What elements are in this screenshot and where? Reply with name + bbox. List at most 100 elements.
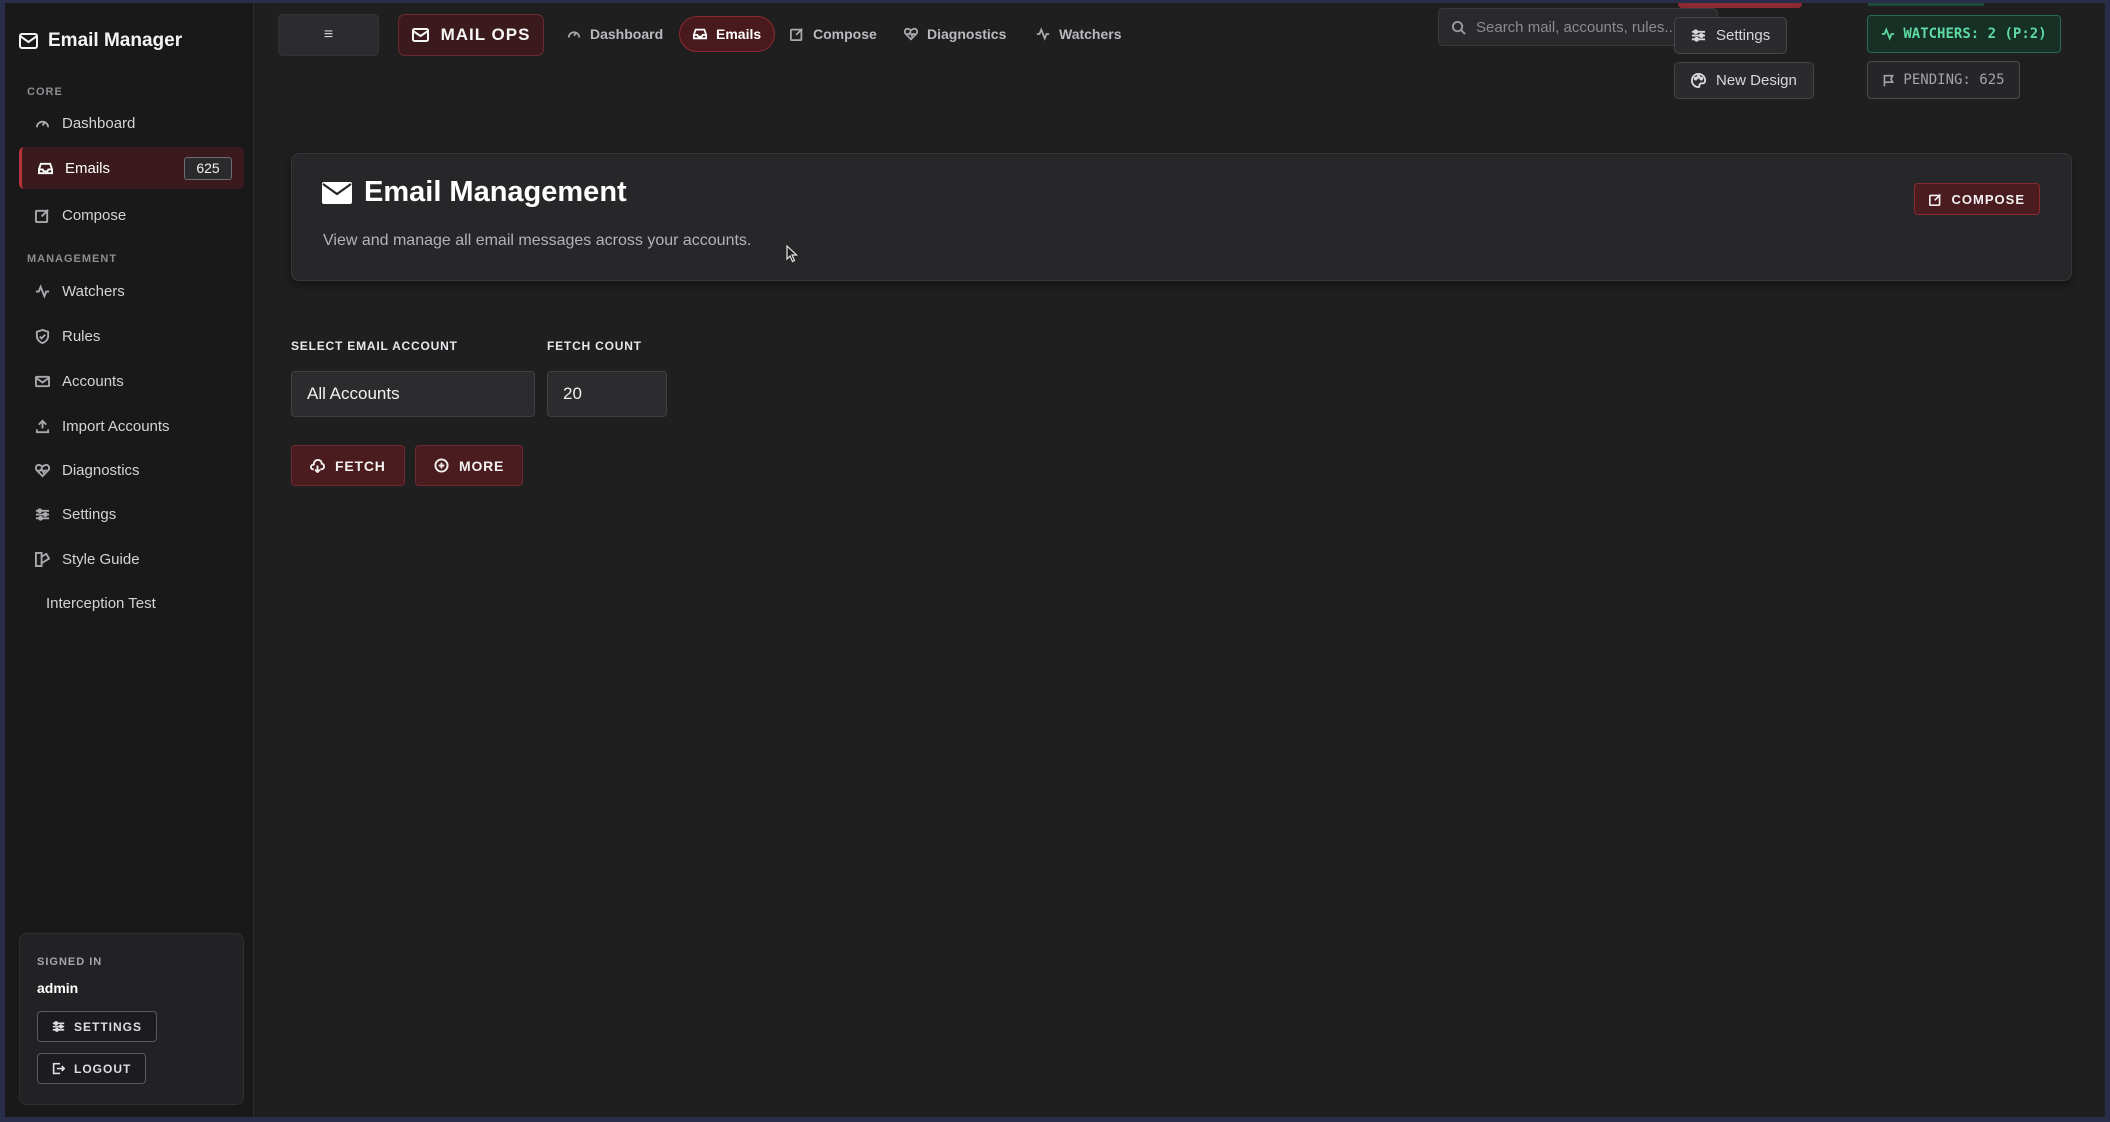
sidebar-item-dashboard[interactable]: Dashboard xyxy=(19,102,244,144)
sliders-icon xyxy=(35,507,50,521)
overlapping-tab-edge xyxy=(1678,3,1802,8)
tab-compose[interactable]: Compose xyxy=(777,16,890,52)
tab-label: Dashboard xyxy=(590,26,664,42)
sidebar-item-label: Import Accounts xyxy=(62,417,170,435)
sidebar-item-diagnostics[interactable]: Diagnostics xyxy=(19,449,244,491)
upload-icon xyxy=(35,419,50,433)
fetch-count-label: FETCH COUNT xyxy=(547,339,642,353)
sidebar-item-label: Dashboard xyxy=(62,114,136,132)
signed-in-user: admin xyxy=(37,980,79,996)
heart-pulse-icon xyxy=(35,463,50,477)
palette-icon xyxy=(35,551,50,567)
compose-button[interactable]: COMPOSE xyxy=(1913,183,2040,215)
shield-icon xyxy=(35,328,50,344)
page-subtitle: View and manage all email messages acros… xyxy=(323,232,752,249)
page-title-label: Email Management xyxy=(364,176,627,208)
sliders-icon xyxy=(1691,29,1706,42)
sidebar-item-watchers[interactable]: Watchers xyxy=(19,270,244,312)
edit-icon xyxy=(790,28,803,41)
gauge-icon xyxy=(567,31,581,38)
activity-icon xyxy=(1882,27,1895,41)
new-design-button[interactable]: New Design xyxy=(1674,62,1814,99)
sidebar-item-label: Diagnostics xyxy=(62,461,140,479)
section-label-core: CORE xyxy=(27,86,63,98)
tab-label: Emails xyxy=(716,26,762,42)
mail-envelope-icon xyxy=(19,33,38,49)
sidebar-item-compose[interactable]: Compose xyxy=(19,194,244,236)
mouse-cursor-icon xyxy=(786,245,798,263)
sidebar-item-label: Compose xyxy=(62,206,127,224)
plus-circle-icon xyxy=(434,458,449,473)
settings-top-button[interactable]: Settings xyxy=(1674,17,1788,54)
flag-icon xyxy=(1884,74,1895,86)
logout-button-label: LOGOUT xyxy=(74,1061,132,1076)
sidebar-item-emails[interactable]: Emails 625 xyxy=(19,147,244,189)
palette-icon xyxy=(1691,73,1706,88)
sidebar-item-label: Settings xyxy=(62,505,117,523)
sliders-icon xyxy=(52,1021,65,1032)
sidebar-brand[interactable]: Email Manager xyxy=(19,27,182,55)
fetch-count-input[interactable]: 20 xyxy=(547,371,667,417)
new-design-label: New Design xyxy=(1716,72,1797,89)
page-title: Email Management xyxy=(322,176,627,209)
page-header-card: Email Management View and manage all ema… xyxy=(291,153,2072,281)
fetch-button-label: FETCH xyxy=(335,457,386,474)
search-placeholder: Search mail, accounts, rules... xyxy=(1476,18,1677,36)
inbox-icon xyxy=(693,28,707,40)
sidebar-item-rules[interactable]: Rules xyxy=(19,315,244,357)
menu-toggle-button[interactable]: ≡ xyxy=(278,14,379,56)
sidebar: Email Manager CORE Dashboard Emails 625 … xyxy=(5,3,254,1117)
edit-icon xyxy=(35,208,49,223)
mail-ops-label: MAIL OPS xyxy=(440,25,531,44)
tab-emails[interactable]: Emails xyxy=(679,16,776,52)
sidebar-item-settings[interactable]: Settings xyxy=(19,493,244,535)
envelope-icon xyxy=(322,181,352,204)
settings-button[interactable]: SETTINGS xyxy=(37,1011,158,1042)
search-icon xyxy=(1451,20,1466,35)
logout-icon xyxy=(52,1062,65,1075)
compose-button-label: COMPOSE xyxy=(1951,191,2025,207)
settings-button-label: SETTINGS xyxy=(74,1019,143,1034)
signed-in-panel: SIGNED IN admin SETTINGS LOGOUT xyxy=(19,933,244,1105)
overlapping-chip-edge xyxy=(1868,3,1984,6)
more-button-label: MORE xyxy=(459,457,505,474)
sidebar-item-label: Accounts xyxy=(62,372,124,390)
edit-icon xyxy=(1928,193,1941,206)
activity-icon xyxy=(35,283,50,299)
sidebar-item-style-guide[interactable]: Style Guide xyxy=(19,538,244,580)
sidebar-item-import-accounts[interactable]: Import Accounts xyxy=(19,405,244,447)
fetch-button[interactable]: FETCH xyxy=(291,445,405,486)
tab-label: Watchers xyxy=(1059,26,1122,42)
sidebar-item-label: Emails xyxy=(65,159,111,177)
sidebar-item-label: Interception Test xyxy=(46,594,156,612)
tab-watchers[interactable]: Watchers xyxy=(1023,16,1135,52)
gauge-icon xyxy=(35,120,50,127)
pending-status-label: PENDING: 625 xyxy=(1903,72,2005,88)
tab-dashboard[interactable]: Dashboard xyxy=(554,16,676,52)
watchers-status-badge[interactable]: WATCHERS: 2 (P:2) xyxy=(1867,15,2061,53)
tab-diagnostics[interactable]: Diagnostics xyxy=(891,16,1019,52)
inbox-icon xyxy=(38,162,53,174)
tab-label: Diagnostics xyxy=(927,26,1007,42)
sidebar-item-label: Rules xyxy=(62,327,101,345)
signed-in-label: SIGNED IN xyxy=(37,956,103,968)
activity-icon xyxy=(1036,27,1050,41)
cloud-download-icon xyxy=(310,458,325,473)
pending-status-badge[interactable]: PENDING: 625 xyxy=(1867,61,2020,99)
mail-icon xyxy=(35,375,50,387)
sidebar-item-label: Watchers xyxy=(62,282,125,300)
sidebar-item-label: Style Guide xyxy=(62,550,140,568)
mail-envelope-icon xyxy=(411,28,429,42)
account-select[interactable]: All Accounts xyxy=(291,371,535,417)
mail-ops-brand[interactable]: MAIL OPS xyxy=(398,14,544,56)
section-label-management: MANAGEMENT xyxy=(27,253,118,265)
count-badge: 625 xyxy=(184,157,232,180)
sidebar-brand-label: Email Manager xyxy=(48,30,183,51)
account-select-label: SELECT EMAIL ACCOUNT xyxy=(291,339,458,353)
tab-label: Compose xyxy=(813,26,877,42)
logout-button[interactable]: LOGOUT xyxy=(37,1053,147,1084)
settings-top-label: Settings xyxy=(1716,27,1771,44)
more-button[interactable]: MORE xyxy=(415,445,524,486)
sidebar-item-interception-test[interactable]: Interception Test xyxy=(19,582,244,624)
sidebar-item-accounts[interactable]: Accounts xyxy=(19,360,244,402)
